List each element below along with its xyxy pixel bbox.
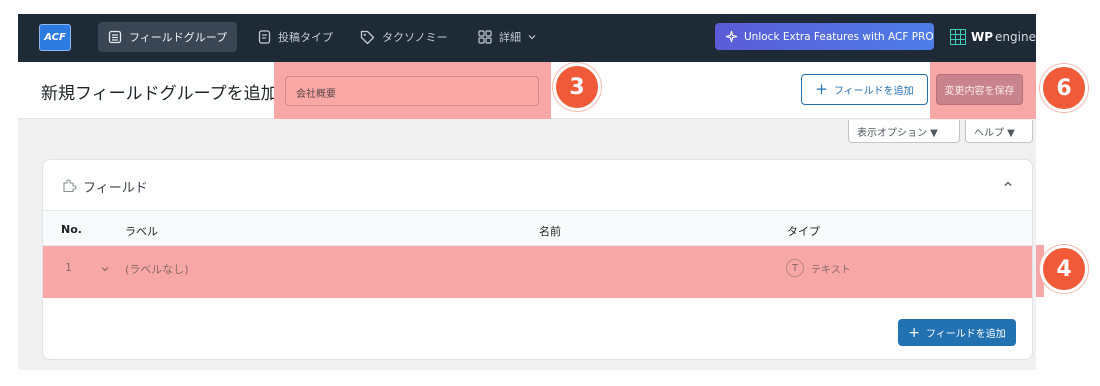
badge-4: 4 xyxy=(1040,245,1088,293)
unlock-pro-button[interactable]: Unlock Extra Features with ACF PRO xyxy=(715,23,934,50)
help-toggle[interactable]: ヘルプ ▼ xyxy=(965,120,1033,143)
plus-icon: + xyxy=(815,80,828,98)
tab-label: タクソノミー xyxy=(382,31,448,44)
text-type-icon: T xyxy=(786,259,804,277)
grid-icon xyxy=(478,30,492,44)
panel-title: フィールド xyxy=(83,181,148,196)
list-icon xyxy=(108,30,122,44)
tab-label: フィールドグループ xyxy=(129,31,228,44)
table-row[interactable]: 1 (ラベルなし) T テキスト xyxy=(43,246,1032,298)
screen-options-toggle[interactable]: 表示オプション ▼ xyxy=(848,120,960,143)
column-label: ラベル xyxy=(125,225,158,238)
document-icon xyxy=(258,30,271,44)
tab-taxonomies[interactable]: タクソノミー xyxy=(350,22,458,52)
tab-post-types[interactable]: 投稿タイプ xyxy=(248,22,343,52)
add-field-button-header[interactable]: + フィールドを追加 xyxy=(801,74,928,105)
panel-header[interactable]: フィールド xyxy=(43,160,1032,211)
add-field-button-footer[interactable]: + フィールドを追加 xyxy=(898,319,1016,346)
chevron-up-icon[interactable] xyxy=(1002,178,1014,190)
acf-admin-page: ACF フィールドグループ 投稿タイプ タクソノミー 詳細 Unlock Ext… xyxy=(18,14,1036,370)
fields-table-header: No. ラベル 名前 タイプ xyxy=(43,211,1032,246)
column-no: No. xyxy=(61,223,82,236)
row-number: 1 xyxy=(65,261,72,274)
chevron-down-icon[interactable] xyxy=(100,264,110,274)
puzzle-icon xyxy=(63,179,77,193)
brand-wp: WP xyxy=(971,30,994,44)
promo-label: Unlock Extra Features with ACF PRO xyxy=(744,30,934,43)
column-name: 名前 xyxy=(539,225,561,238)
top-navigation: ACF フィールドグループ 投稿タイプ タクソノミー 詳細 Unlock Ext… xyxy=(18,14,1036,62)
wp-engine-icon xyxy=(950,29,966,45)
tab-more[interactable]: 詳細 xyxy=(468,22,554,52)
brand-engine: engine xyxy=(995,30,1036,44)
page-title: 新規フィールドグループを追加 xyxy=(41,84,278,104)
acf-logo[interactable]: ACF xyxy=(39,24,71,51)
plus-icon: + xyxy=(908,324,920,341)
field-group-title-input[interactable]: 会社概要 xyxy=(285,76,539,106)
add-field-label: フィールドを追加 xyxy=(833,86,914,97)
badge-6: 6 xyxy=(1040,64,1088,112)
tab-label: 投稿タイプ xyxy=(278,31,333,44)
fields-panel: フィールド No. ラベル 名前 タイプ 1 (ラベルなし) T テキスト + … xyxy=(42,159,1033,360)
chevron-down-icon xyxy=(528,35,536,40)
column-type: タイプ xyxy=(787,225,820,238)
tab-label: 詳細 xyxy=(499,31,521,44)
save-changes-button[interactable]: 変更内容を保存 xyxy=(936,74,1023,105)
page-header: 新規フィールドグループを追加 会社概要 + フィールドを追加 変更内容を保存 xyxy=(18,62,1036,119)
sparkle-icon xyxy=(725,30,738,43)
tab-field-groups[interactable]: フィールドグループ xyxy=(98,22,238,52)
wp-engine-logo[interactable]: WP engine xyxy=(950,26,1036,48)
row-label[interactable]: (ラベルなし) xyxy=(125,261,189,277)
row-type: テキスト xyxy=(811,265,851,276)
tag-icon xyxy=(360,30,375,44)
add-field-label: フィールドを追加 xyxy=(925,329,1006,340)
badge-3: 3 xyxy=(553,63,601,111)
